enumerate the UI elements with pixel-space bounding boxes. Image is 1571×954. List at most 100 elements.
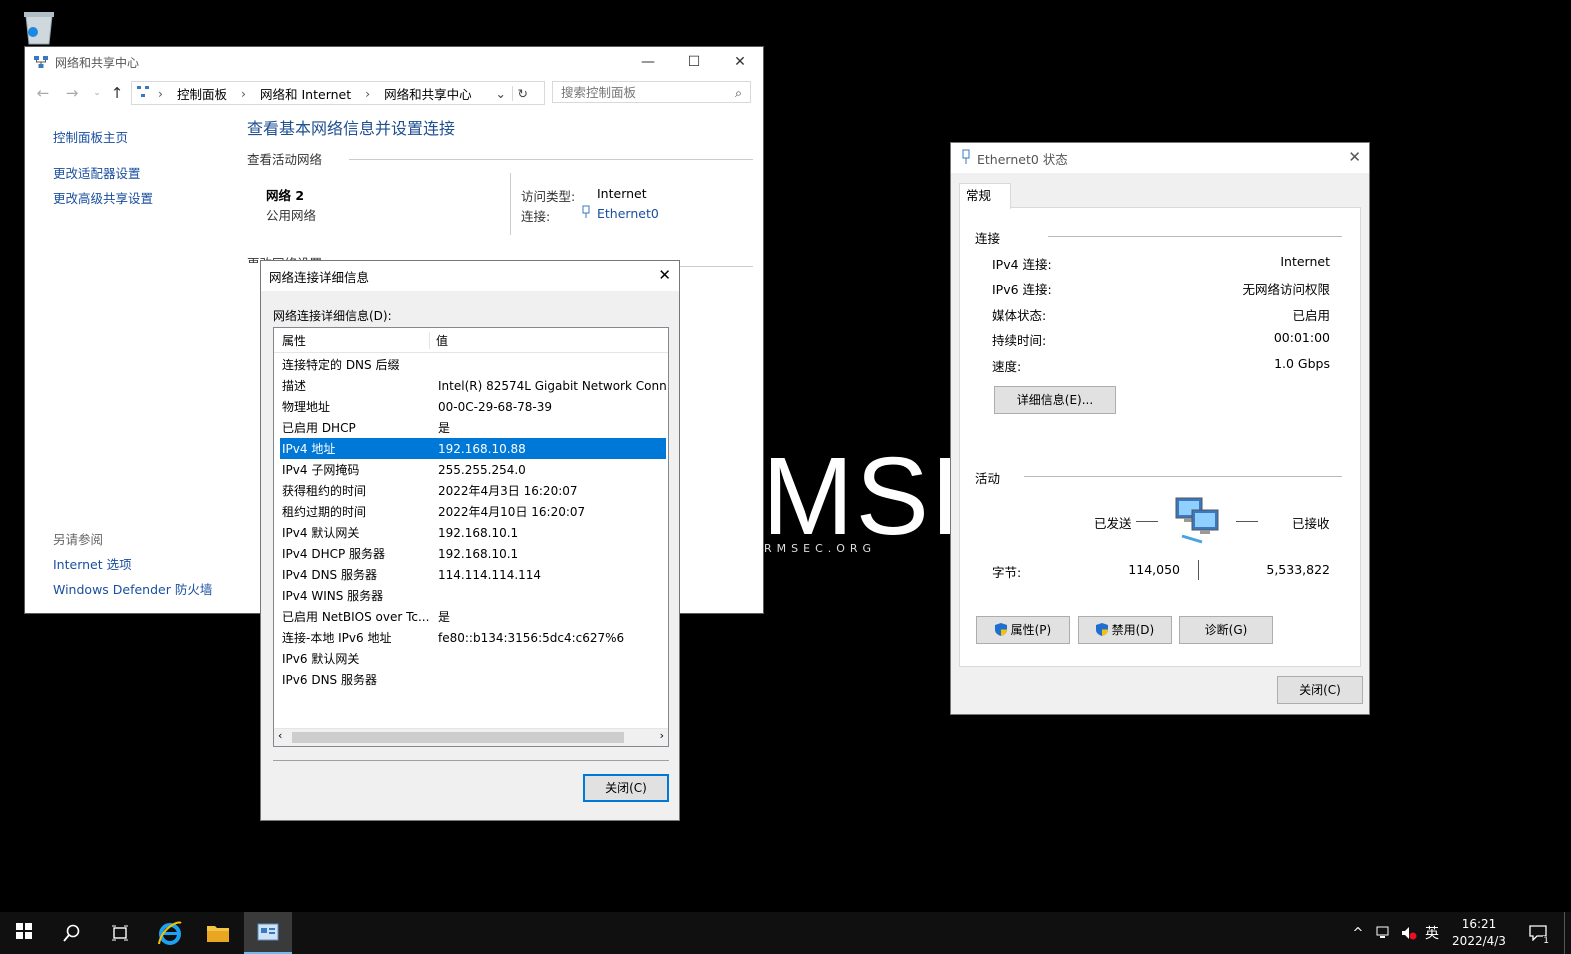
properties-button[interactable]: 属性(P) <box>976 616 1070 644</box>
table-row[interactable]: IPv4 DNS 服务器 114.114.114.114 <box>280 564 666 585</box>
table-row[interactable]: 租约过期的时间 2022年4月10日 16:20:07 <box>280 501 666 522</box>
close-button[interactable]: 关闭(C) <box>583 774 669 802</box>
table-row[interactable]: IPv6 DNS 服务器 <box>280 669 666 690</box>
details-list[interactable]: 属性 值 连接特定的 DNS 后缀 描述 Intel(R) 82574L Gigab… <box>273 327 669 747</box>
table-row[interactable]: 已启用 DHCP 是 <box>280 417 666 438</box>
bytes-label: 字节: <box>992 565 1022 580</box>
scroll-right-icon[interactable]: › <box>660 729 664 742</box>
close-button[interactable]: 关闭(C) <box>1277 676 1363 704</box>
taskbar: ^ 英 16:21 2022/4/3 1 <box>0 912 1571 954</box>
notification-center-icon[interactable]: 1 <box>1520 912 1556 954</box>
forward-arrow-icon[interactable]: → <box>62 83 82 103</box>
activity-section-label: 活动 <box>975 471 1001 486</box>
ime-indicator[interactable]: 英 <box>1420 912 1444 954</box>
row-value: 是 <box>438 421 451 435</box>
clock-time: 16:21 <box>1461 917 1497 931</box>
title-bar: Ethernet0 状态 ✕ <box>951 143 1369 173</box>
diagnose-button[interactable]: 诊断(G) <box>1179 616 1273 644</box>
divider <box>1024 476 1342 477</box>
address-bar[interactable]: › 控制面板 › 网络和 Internet › 网络和共享中心 ⌄ ↻ <box>131 81 545 105</box>
table-row[interactable]: 连接-本地 IPv6 地址 fe80::b134:3156:5dc4:c627%6 <box>280 627 666 648</box>
column-header-value[interactable]: 值 <box>430 332 448 349</box>
recycle-bin-icon[interactable] <box>20 8 58 46</box>
table-row[interactable]: IPv4 地址 192.168.10.88 <box>280 438 666 459</box>
breadcrumb-control-panel[interactable]: 控制面板 <box>177 84 227 103</box>
disable-button[interactable]: 禁用(D) <box>1078 616 1172 644</box>
row-property: 获得租约的时间 <box>282 484 367 498</box>
table-row[interactable]: 物理地址 00-0C-29-68-78-39 <box>280 396 666 417</box>
internet-explorer-icon[interactable] <box>146 912 194 954</box>
clock[interactable]: 16:21 2022/4/3 <box>1446 912 1512 954</box>
table-row[interactable]: IPv4 子网掩码 255.255.254.0 <box>280 459 666 480</box>
location-icon <box>136 85 150 102</box>
column-header-property[interactable]: 属性 <box>274 331 430 349</box>
search-icon[interactable]: ⌕ <box>735 82 742 104</box>
search-placeholder: 搜索控制面板 <box>561 85 637 100</box>
close-button[interactable]: ✕ <box>717 47 763 77</box>
table-row[interactable]: 描述 Intel(R) 82574L Gigabit Network Connec… <box>280 375 666 396</box>
minimize-button[interactable]: — <box>625 47 671 77</box>
control-panel-taskbar-icon[interactable] <box>244 912 292 954</box>
network-tray-icon[interactable] <box>1372 912 1396 954</box>
volume-muted-icon[interactable] <box>1398 912 1420 954</box>
search-icon[interactable] <box>48 912 96 954</box>
close-icon[interactable]: ✕ <box>658 266 671 284</box>
disable-button-label: 禁用(D) <box>1111 623 1155 637</box>
tab-general[interactable]: 常规 <box>959 183 1011 209</box>
sidebar-home-link[interactable]: 控制面板主页 <box>53 127 128 146</box>
up-arrow-icon[interactable]: ↑ <box>107 83 127 103</box>
row-property: 租约过期的时间 <box>282 505 367 519</box>
recent-dropdown-icon[interactable]: ⌄ <box>87 83 107 103</box>
start-button[interactable] <box>0 912 48 954</box>
window-title: 网络和共享中心 <box>55 55 140 70</box>
show-desktop-button[interactable] <box>1564 912 1571 954</box>
speed-row: 速度: 1.0 Gbps <box>992 356 1330 375</box>
table-row[interactable]: IPv4 默认网关 192.168.10.1 <box>280 522 666 543</box>
scrollbar-thumb[interactable] <box>292 732 624 743</box>
sidebar-sharing-link[interactable]: 更改高级共享设置 <box>53 188 153 207</box>
row-value: 是 <box>438 610 451 624</box>
details-button[interactable]: 详细信息(E)... <box>994 386 1116 414</box>
table-row[interactable]: 获得租约的时间 2022年4月3日 16:20:07 <box>280 480 666 501</box>
row-value: 2022年4月3日 16:20:07 <box>438 484 578 498</box>
chevron-up-icon[interactable]: ^ <box>1348 912 1368 954</box>
table-row[interactable]: 连接特定的 DNS 后缀 <box>280 354 666 375</box>
chevron-down-icon[interactable]: ⌄ <box>496 86 506 101</box>
network-type: 公用网络 <box>266 208 317 223</box>
row-property: 连接-本地 IPv6 地址 <box>282 631 392 645</box>
search-input[interactable]: 搜索控制面板 ⌕ <box>552 81 751 103</box>
task-view-icon[interactable] <box>96 912 144 954</box>
breadcrumb-sharing-center[interactable]: 网络和共享中心 <box>384 84 472 103</box>
table-row[interactable]: IPv4 WINS 服务器 <box>280 585 666 606</box>
maximize-button[interactable]: ☐ <box>671 47 717 77</box>
connection-link[interactable]: Ethernet0 <box>597 206 659 221</box>
row-value: Intel(R) 82574L Gigabit Network Connecti… <box>438 378 666 393</box>
network-center-icon <box>33 54 49 70</box>
row-value: 192.168.10.1 <box>438 525 519 540</box>
breadcrumb-network-internet[interactable]: 网络和 Internet <box>260 84 351 103</box>
row-property: IPv6 默认网关 <box>282 652 360 666</box>
wallpaper-logo: MSEC <box>762 442 952 552</box>
row-property: IPv4 子网掩码 <box>282 463 360 477</box>
back-arrow-icon[interactable]: ← <box>33 83 53 103</box>
scroll-left-icon[interactable]: ‹ <box>278 729 282 742</box>
file-explorer-icon[interactable] <box>194 912 242 954</box>
bytes-received: 5,533,822 <box>1266 562 1330 577</box>
access-type-value: Internet <box>597 186 647 201</box>
duration-row: 持续时间: 00:01:00 <box>992 330 1330 349</box>
internet-options-link[interactable]: Internet 选项 <box>53 554 132 573</box>
ethernet-icon <box>581 205 591 222</box>
ipv4-row: IPv4 连接: Internet <box>992 254 1330 273</box>
firewall-link[interactable]: Windows Defender 防火墙 <box>53 579 212 598</box>
refresh-icon[interactable]: ↻ <box>511 85 528 101</box>
table-row[interactable]: IPv6 默认网关 <box>280 648 666 669</box>
bytes-divider <box>1198 560 1199 580</box>
row-property: 物理地址 <box>282 400 331 414</box>
network-details-dialog: 网络连接详细信息 ✕ 网络连接详细信息(D): 属性 值 连接特定的 DNS 后… <box>260 260 680 821</box>
table-row[interactable]: 已启用 NetBIOS over Tc... 是 <box>280 606 666 627</box>
sidebar-adapter-link[interactable]: 更改适配器设置 <box>53 163 141 182</box>
close-icon[interactable]: ✕ <box>1348 148 1361 166</box>
table-row[interactable]: IPv4 DHCP 服务器 192.168.10.1 <box>280 543 666 564</box>
network-name: 网络 2 <box>266 188 305 203</box>
horizontal-scrollbar[interactable]: ‹ › <box>274 728 668 746</box>
